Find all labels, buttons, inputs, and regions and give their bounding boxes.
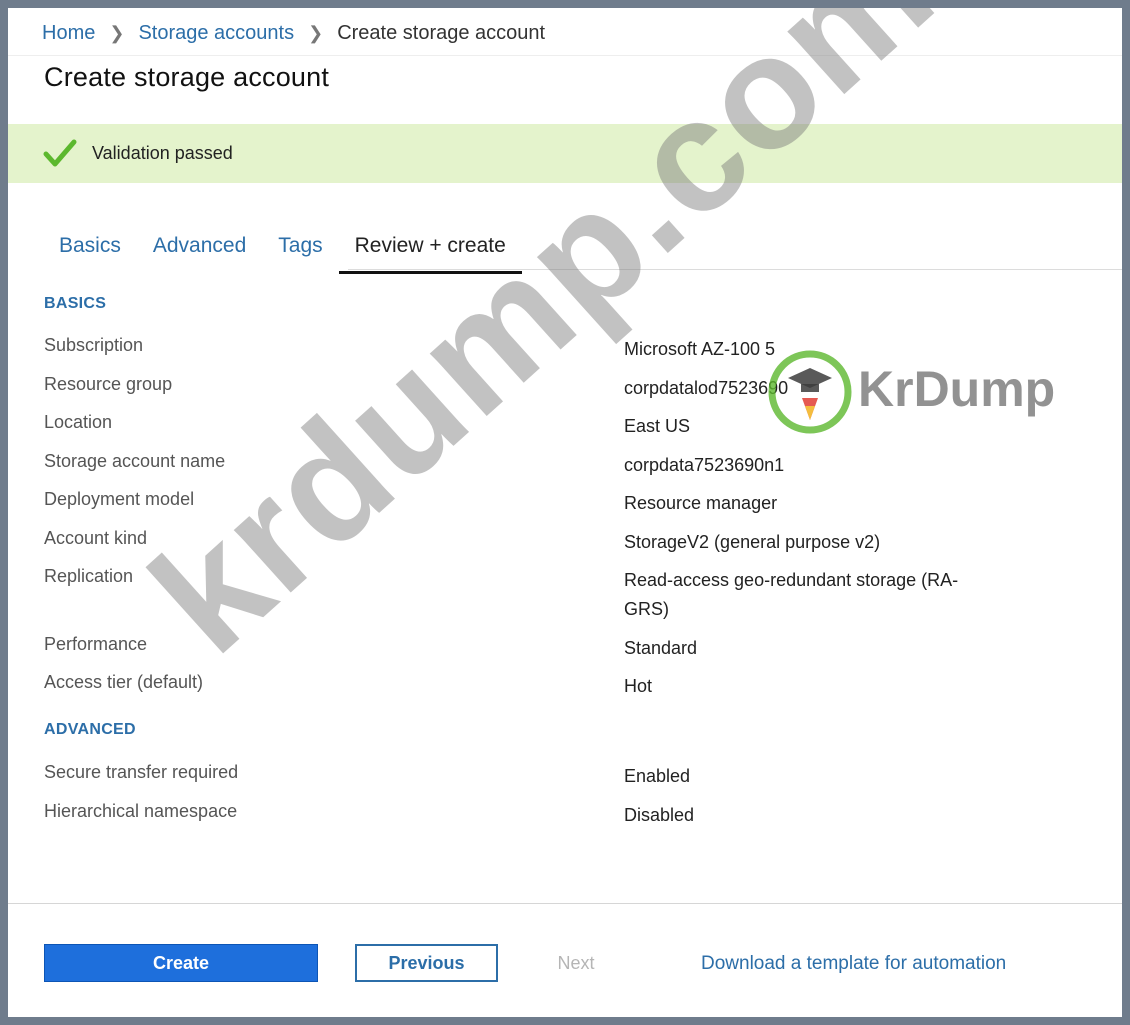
row-value: Disabled (624, 805, 695, 825)
previous-button[interactable]: Previous (355, 944, 498, 982)
tab-divider (348, 269, 1122, 270)
chevron-right-icon: ❯ (308, 22, 324, 43)
tab-tags[interactable]: Tags (262, 226, 338, 271)
row-label: Subscription (44, 335, 144, 355)
breadcrumb-home[interactable]: Home (42, 22, 95, 45)
row-value: Read-access geo-redundant storage (RA-GR… (624, 570, 959, 619)
row-value: Hot (624, 676, 653, 696)
download-template-link[interactable]: Download a template for automation (701, 953, 1006, 975)
tab-review-create[interactable]: Review + create (338, 226, 522, 274)
row-label: Resource group (44, 374, 173, 394)
row-label: Replication (44, 566, 134, 586)
page-title: Create storage account (44, 62, 330, 92)
tab-bar: Basics Advanced Tags Review + create (43, 226, 1122, 274)
row-label: Location (44, 412, 113, 432)
create-button[interactable]: Create (44, 944, 318, 982)
row-value: corpdatalod7523690 (624, 378, 789, 398)
row-value: Resource manager (624, 493, 778, 513)
row-label: Account kind (44, 528, 148, 548)
breadcrumb: Home ❯ Storage accounts ❯ Create storage… (42, 20, 545, 46)
section-heading-advanced: ADVANCED (44, 721, 136, 738)
breadcrumb-storage-accounts[interactable]: Storage accounts (138, 22, 294, 45)
row-value: corpdata7523690n1 (624, 455, 785, 475)
chevron-right-icon: ❯ (109, 22, 125, 43)
row-label: Access tier (default) (44, 672, 204, 692)
next-button: Next (557, 952, 595, 973)
row-value: Microsoft AZ-100 5 (624, 339, 776, 359)
row-value: StorageV2 (general purpose v2) (624, 532, 881, 552)
row-label: Hierarchical namespace (44, 801, 238, 821)
footer-divider (8, 903, 1122, 904)
row-label: Secure transfer required (44, 762, 239, 782)
breadcrumb-divider (8, 55, 1122, 56)
checkmark-icon (43, 137, 77, 171)
row-label: Storage account name (44, 451, 226, 471)
row-value: Standard (624, 638, 698, 658)
row-label: Performance (44, 634, 148, 654)
tab-basics[interactable]: Basics (43, 226, 137, 271)
tab-advanced[interactable]: Advanced (137, 226, 262, 271)
section-heading-basics: BASICS (44, 295, 107, 312)
row-label: Deployment model (44, 489, 195, 509)
row-value: East US (624, 416, 691, 436)
create-storage-account-blade: Home ❯ Storage accounts ❯ Create storage… (8, 8, 1122, 1017)
breadcrumb-current: Create storage account (337, 21, 546, 44)
validation-banner: Validation passed (8, 124, 1122, 183)
validation-message: Validation passed (92, 143, 233, 163)
row-value: Enabled (624, 766, 691, 786)
